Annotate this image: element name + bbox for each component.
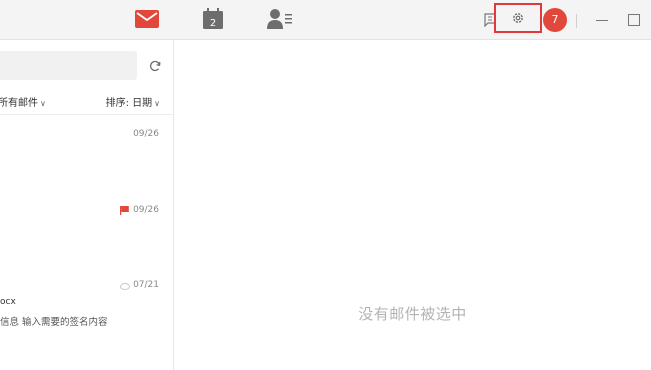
chevron-down-icon: ∨ [154,99,160,108]
mail-date: 09/26 [133,205,159,215]
mail-icon[interactable] [135,9,159,29]
maximize-icon[interactable] [628,14,640,26]
list-item[interactable]: 09/26 [0,124,174,204]
filter-label: 所有邮件 [0,98,38,109]
mail-date: 09/26 [133,129,159,139]
refresh-icon[interactable] [148,59,162,73]
toolbar-separator [576,14,577,28]
read-icon [120,283,130,290]
gear-icon [513,13,523,23]
mail-date: 07/21 [133,280,159,290]
sort-label: 排序: 日期 [105,98,153,109]
minimize-icon[interactable] [596,20,608,21]
search-input[interactable] [0,51,137,80]
flag-icon[interactable] [120,206,129,215]
list-item[interactable]: 09/26 [0,200,174,280]
calendar-day: 2 [210,18,216,29]
filter-row: 所有邮件 ∨ 排序: 日期 ∨ [0,94,174,110]
calendar-icon[interactable]: 2 [202,8,224,30]
list-divider [0,114,174,115]
filter-dropdown[interactable]: 所有邮件 ∨ [0,94,46,109]
notification-badge[interactable]: 7 [543,8,567,32]
reading-pane: 没有邮件被选中 [174,40,651,370]
empty-state-text: 没有邮件被选中 [358,305,467,323]
settings-button[interactable] [494,3,542,33]
sort-dropdown[interactable]: 排序: 日期 ∨ [106,94,160,109]
top-toolbar: 2 7 [0,0,651,40]
chevron-down-icon: ∨ [40,99,46,108]
contacts-icon[interactable] [266,8,294,30]
